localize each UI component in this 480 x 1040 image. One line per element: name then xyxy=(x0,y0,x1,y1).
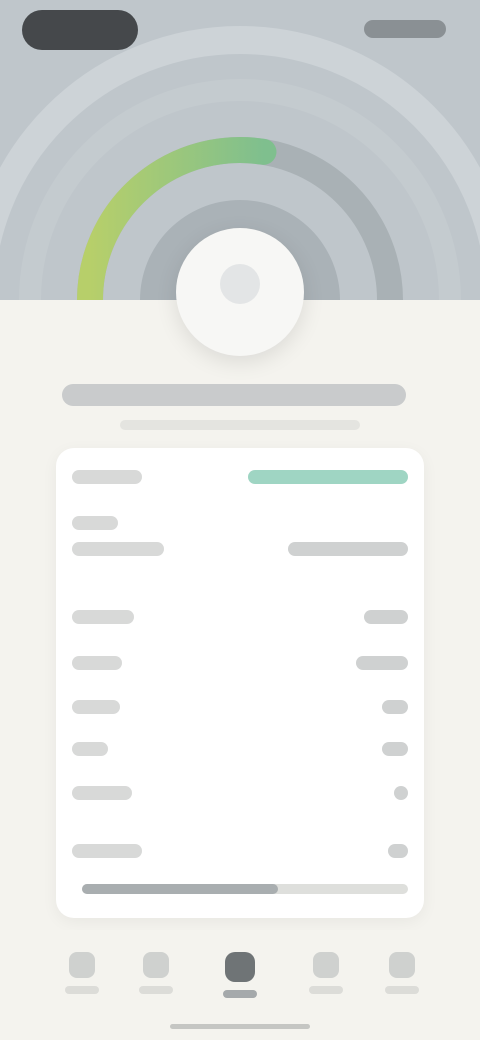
detail-value xyxy=(288,542,408,556)
tab-home[interactable] xyxy=(54,952,110,1012)
details-card xyxy=(56,448,424,918)
detail-label xyxy=(72,610,134,624)
tab-stats[interactable] xyxy=(128,952,184,1012)
detail-label xyxy=(72,542,164,556)
status-bar-icons xyxy=(364,20,446,38)
tab-label xyxy=(223,990,257,998)
detail-row xyxy=(72,610,408,626)
detail-value xyxy=(388,844,408,858)
detail-row xyxy=(72,844,408,860)
progress-bar xyxy=(82,884,408,894)
detail-row xyxy=(72,516,408,532)
detail-value xyxy=(356,656,408,670)
detail-label xyxy=(72,742,108,756)
profile-icon xyxy=(220,264,260,304)
profile-icon xyxy=(389,952,415,978)
detail-label xyxy=(72,470,142,484)
profile-avatar[interactable] xyxy=(176,228,304,356)
detail-label xyxy=(72,786,132,800)
detail-label xyxy=(72,700,120,714)
home-indicator xyxy=(170,1024,310,1029)
detail-row xyxy=(72,742,408,758)
detail-value xyxy=(394,786,408,800)
detail-label xyxy=(72,844,142,858)
detail-row xyxy=(72,656,408,672)
detail-value xyxy=(382,742,408,756)
tab-list[interactable] xyxy=(298,952,354,1012)
detail-row xyxy=(72,470,408,486)
page-title xyxy=(62,384,406,406)
scan-icon xyxy=(225,952,255,982)
detail-value xyxy=(248,470,408,484)
detail-value xyxy=(364,610,408,624)
detail-row xyxy=(72,700,408,716)
stats-icon xyxy=(143,952,169,978)
tab-scan[interactable] xyxy=(212,952,268,1012)
detail-row xyxy=(72,786,408,802)
detail-label xyxy=(72,516,118,530)
tab-label xyxy=(65,986,99,994)
tab-label xyxy=(385,986,419,994)
tab-label xyxy=(309,986,343,994)
home-icon xyxy=(69,952,95,978)
detail-value xyxy=(382,700,408,714)
detail-row xyxy=(72,542,408,558)
tab-label xyxy=(139,986,173,994)
page-subtitle xyxy=(120,420,360,430)
progress-bar-fill xyxy=(82,884,278,894)
list-icon xyxy=(313,952,339,978)
status-bar-time xyxy=(22,10,138,50)
tab-profile[interactable] xyxy=(374,952,430,1012)
detail-label xyxy=(72,656,122,670)
